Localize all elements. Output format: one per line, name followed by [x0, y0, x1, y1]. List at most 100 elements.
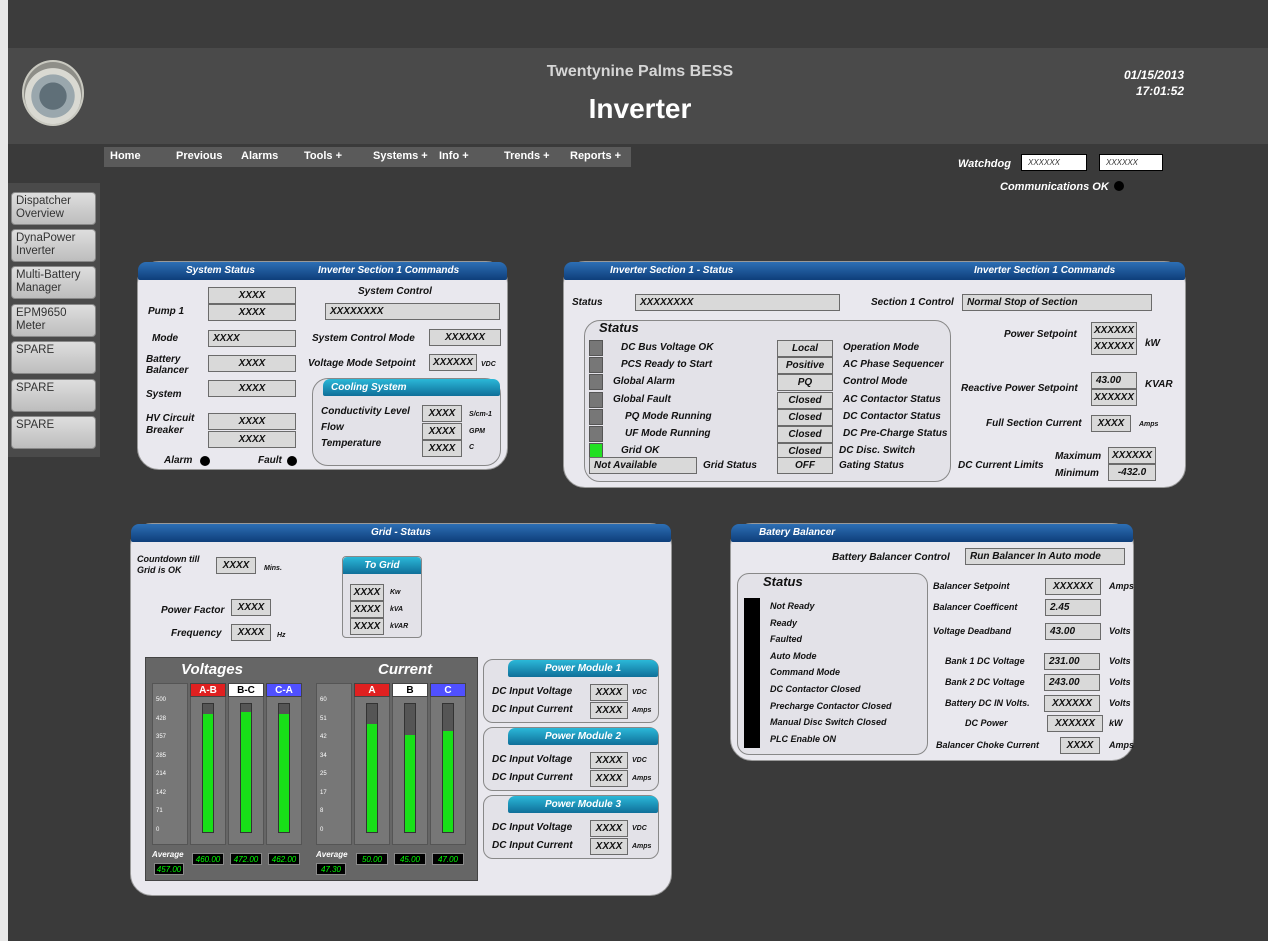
- status-value: XXXXXXXX: [635, 294, 840, 311]
- menu-home[interactable]: Home: [110, 150, 141, 162]
- voltage-phase-label: C-A: [266, 683, 302, 697]
- system-control-value[interactable]: XXXXXXXX: [325, 303, 500, 320]
- menu-previous[interactable]: Previous: [176, 150, 222, 162]
- temperature-value: XXXX: [422, 440, 462, 457]
- side-nav: Dispatcher Overview DynaPower Inverter M…: [8, 183, 100, 457]
- menu-info[interactable]: Info +: [439, 150, 469, 162]
- voltage-mode-setpoint-value[interactable]: XXXXXX: [429, 354, 477, 371]
- system-control-mode-value[interactable]: XXXXXX: [429, 329, 501, 346]
- conductivity-unit: S/cm-1: [469, 411, 492, 418]
- balancer-control-label: Battery Balancer Control: [832, 552, 950, 563]
- maximum-value[interactable]: XXXXXX: [1108, 447, 1156, 464]
- status-item-value: Closed: [777, 426, 833, 443]
- status-item-label: PQ Mode Running: [625, 410, 712, 422]
- balancer-row-value[interactable]: 2.45: [1045, 599, 1101, 616]
- balancer-status-title: Status: [763, 574, 803, 589]
- voltages-title: Voltages: [181, 661, 243, 678]
- hv-breaker-label: HV Circuit Breaker: [146, 413, 195, 436]
- inverter-commands-title: Inverter Section 1 Commands: [974, 265, 1116, 276]
- flow-value: XXXX: [422, 423, 462, 440]
- voltage-phase-average: 460.00: [192, 853, 224, 865]
- status-item-desc: AC Phase Sequencer: [843, 359, 944, 371]
- nav-epm9650-meter[interactable]: EPM9650 Meter: [11, 304, 96, 337]
- balancer-row-value: 243.00: [1044, 674, 1100, 691]
- balancer-control-value[interactable]: Run Balancer In Auto mode: [965, 548, 1125, 565]
- gating-status-label: Gating Status: [839, 460, 905, 471]
- dc-input-voltage-value: XXXX: [590, 752, 628, 769]
- dc-input-current-label: DC Input Current: [492, 704, 573, 715]
- vdc-unit: VDC: [632, 825, 647, 832]
- countdown-label: Countdown till Grid is OK: [137, 554, 200, 575]
- alarm-label: Alarm: [164, 455, 193, 466]
- section1-commands-title: Inverter Section 1 Commands: [318, 265, 460, 276]
- status-item-label: UF Mode Running: [625, 428, 711, 439]
- status-led: [589, 391, 603, 408]
- power-setpoint-value-1[interactable]: XXXXXX: [1091, 322, 1137, 339]
- minimum-value[interactable]: -432.0: [1108, 464, 1156, 481]
- current-phase-average: 47.00: [432, 853, 464, 865]
- battery-balancer-title: Batery Balancer: [731, 524, 1133, 542]
- balancer-row-value: 231.00: [1044, 653, 1100, 670]
- amps-unit: Amps: [632, 707, 652, 714]
- current-phase-average: 50.00: [356, 853, 388, 865]
- balancer-status-item: Auto Mode: [770, 650, 817, 661]
- balancer-status-item: Ready: [770, 617, 798, 628]
- status-label: Status: [572, 297, 603, 308]
- voltage-tick: 214: [156, 771, 167, 778]
- to-grid-kw-unit: Kw: [390, 589, 401, 596]
- flow-unit: GPM: [469, 428, 485, 435]
- menu-reports[interactable]: Reports +: [570, 150, 621, 162]
- voltage-tick: 71: [156, 808, 163, 815]
- minimum-label: Minimum: [1055, 468, 1099, 479]
- power-module-box: Power Module 2 DC Input Voltage XXXX VDC DC …: [483, 727, 659, 791]
- voltage-phase-label: A-B: [190, 683, 226, 697]
- status-item-label: Global Fault: [613, 393, 671, 405]
- voltage-bar-fill: [203, 714, 213, 832]
- top-band: [8, 0, 1268, 48]
- status-led: [589, 408, 603, 425]
- watchdog-value-2: XXXXXX: [1099, 154, 1163, 171]
- voltage-tick: 142: [156, 789, 167, 796]
- balancer-row-value[interactable]: 43.00: [1045, 623, 1101, 640]
- nav-spare-2[interactable]: SPARE: [11, 379, 96, 412]
- voltage-phase-average: 472.00: [230, 853, 262, 865]
- current-tick: 60: [320, 697, 327, 703]
- fault-indicator: [287, 456, 297, 466]
- current-tick: 0: [320, 827, 324, 833]
- nav-dynapower-inverter[interactable]: DynaPower Inverter: [11, 229, 96, 262]
- balancer-row-unit: Volts: [1109, 677, 1131, 687]
- nav-dispatcher-overview[interactable]: Dispatcher Overview: [11, 192, 96, 225]
- nav-spare-1[interactable]: SPARE: [11, 341, 96, 374]
- menu-trends[interactable]: Trends +: [504, 150, 550, 162]
- menu-tools[interactable]: Tools +: [304, 150, 342, 162]
- status-item-value: Positive: [777, 357, 833, 375]
- balancer-row-value[interactable]: XXXXXX: [1045, 578, 1101, 595]
- reactive-power-setpoint-value-1[interactable]: 43.00: [1091, 372, 1137, 389]
- current-tick: 25: [320, 771, 327, 778]
- conductivity-label: Conductivity Level: [321, 406, 410, 417]
- power-module-box: Power Module 1 DC Input Voltage XXXX VDC DC …: [483, 659, 659, 723]
- hv-value-2: XXXX: [208, 431, 296, 448]
- menu-alarms[interactable]: Alarms: [241, 150, 278, 162]
- system-label: System: [146, 389, 182, 400]
- status-item-desc: DC Disc. Switch: [839, 445, 916, 457]
- section1-control-value[interactable]: Normal Stop of Section: [962, 294, 1152, 311]
- cooling-system-title: Cooling System: [323, 379, 500, 396]
- date: 01/15/2013: [1123, 68, 1184, 82]
- system-control-label: System Control: [358, 286, 432, 297]
- balancer-row-label: DC Power: [965, 718, 1008, 728]
- battery-balancer-label: Battery Balancer: [146, 354, 189, 376]
- voltage-bar-fill: [279, 714, 289, 832]
- menu-systems[interactable]: Systems +: [373, 150, 428, 162]
- to-grid-kva-unit: kVA: [390, 606, 404, 613]
- voltage-mode-setpoint-label: Voltage Mode Setpoint: [308, 358, 416, 369]
- status-item-value: Closed: [777, 391, 833, 409]
- voltage-bar-fill: [241, 711, 251, 832]
- nav-spare-3[interactable]: SPARE: [11, 416, 96, 449]
- mins-unit: Mins.: [264, 565, 282, 572]
- power-factor-label: Power Factor: [161, 605, 225, 616]
- vdc-unit: VDC: [632, 689, 647, 696]
- power-module-title: Power Module 1: [508, 660, 658, 677]
- power-setpoint-value-2: XXXXXX: [1091, 338, 1137, 355]
- nav-multi-battery-manager[interactable]: Multi-Battery Manager: [11, 266, 96, 299]
